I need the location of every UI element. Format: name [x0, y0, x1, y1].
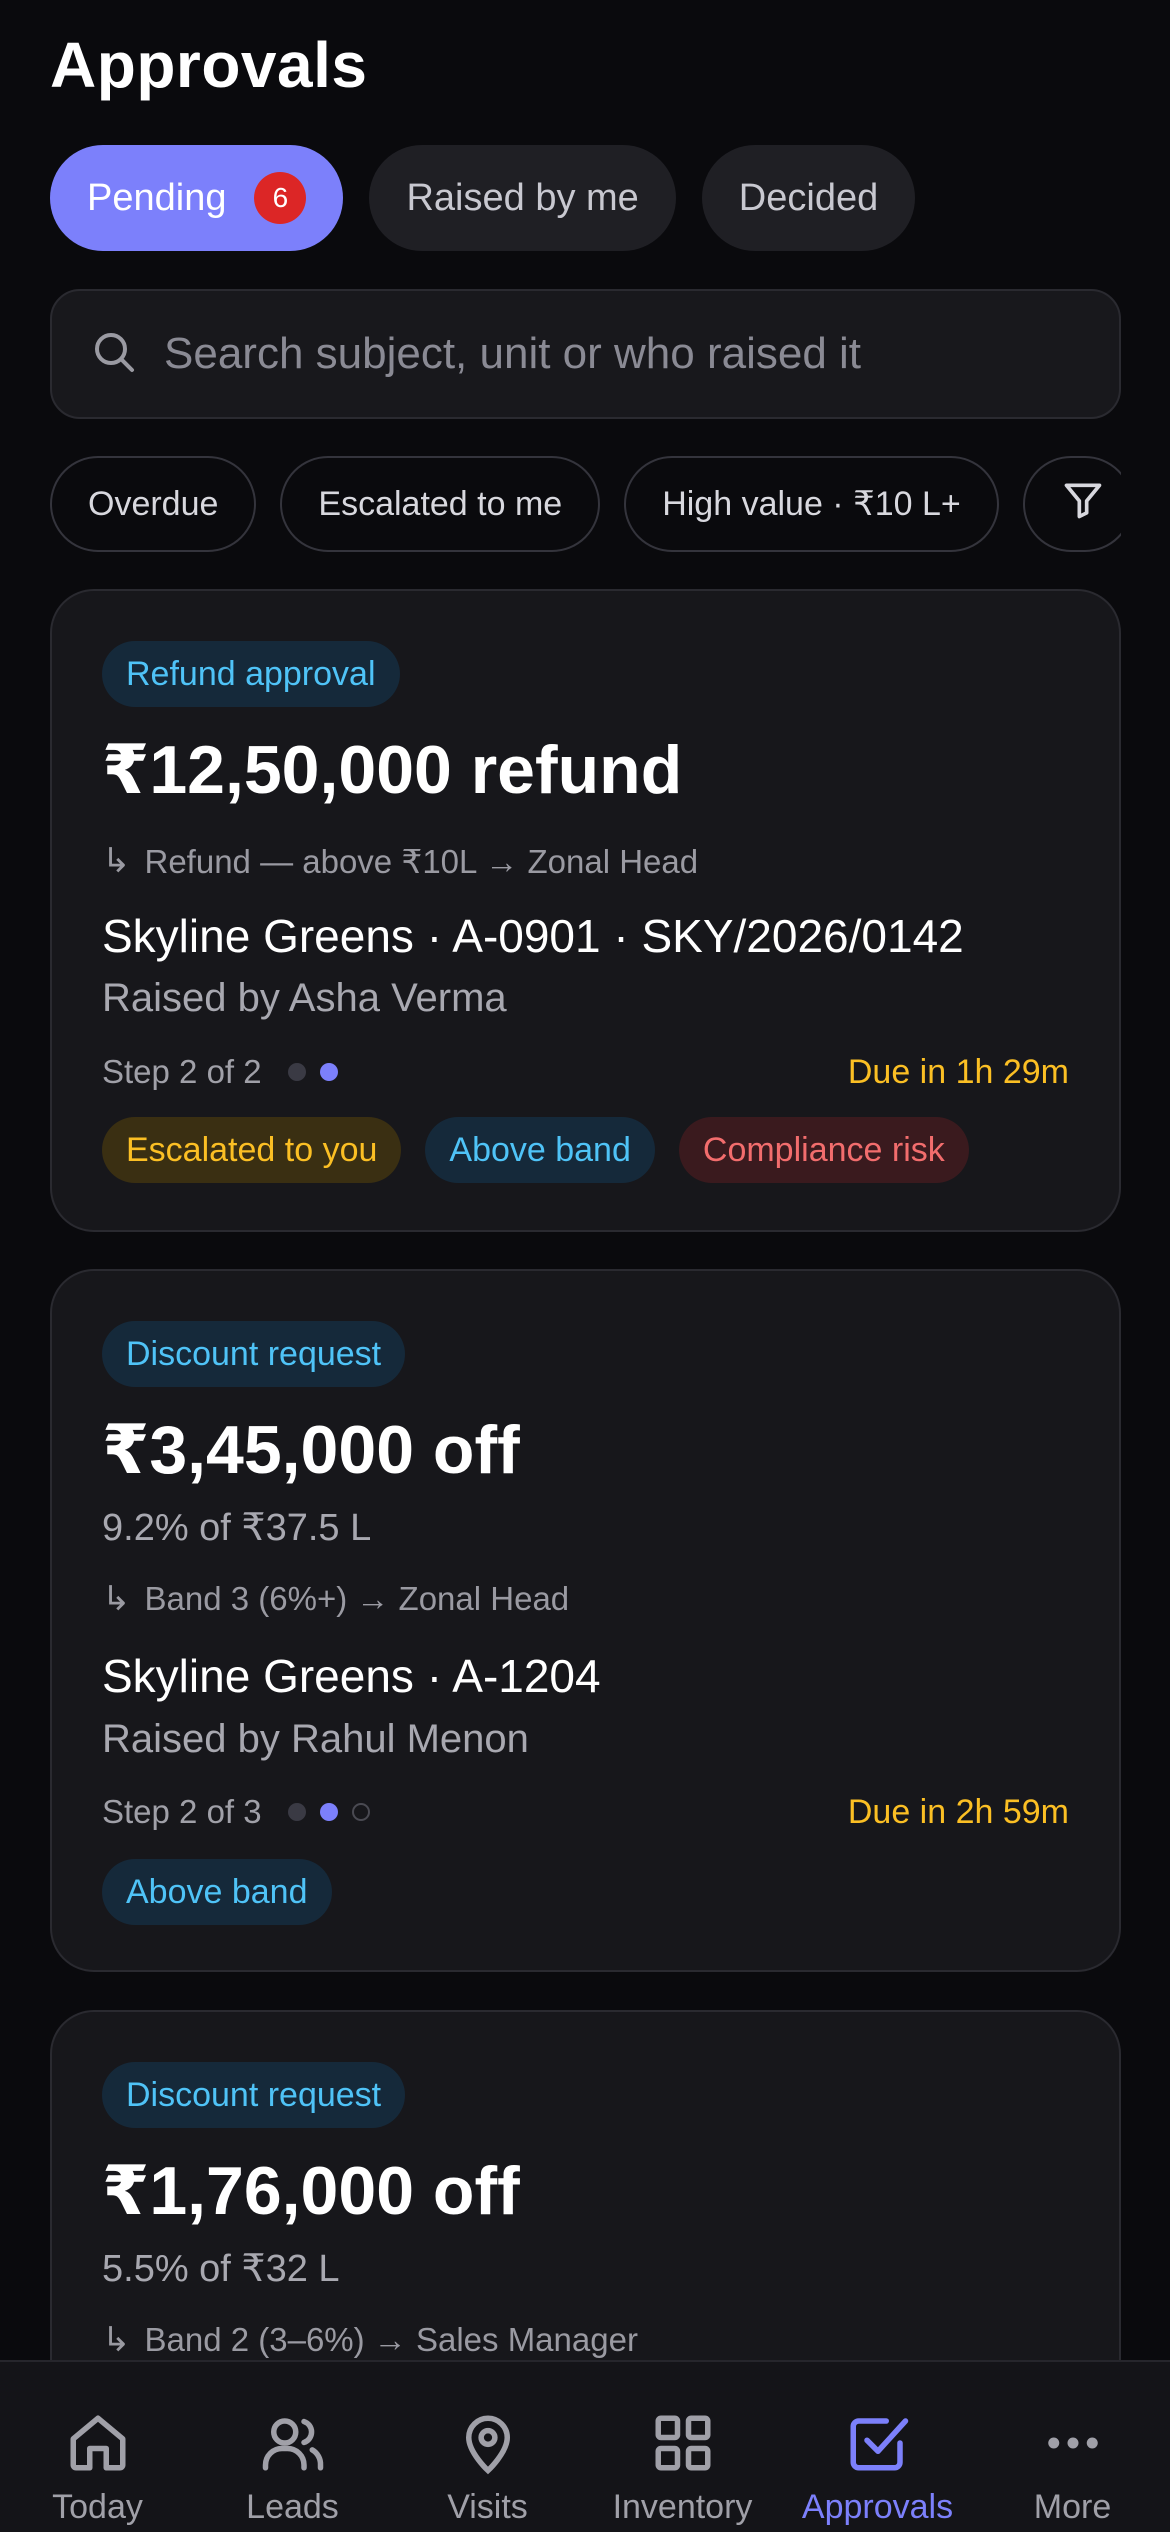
step-label: Step 2 of 2 — [102, 1053, 262, 1090]
step-dot-done — [287, 1063, 306, 1081]
nav-approvals[interactable]: Approvals — [780, 2362, 975, 2532]
return-arrow-icon: ↳ — [102, 1580, 131, 1618]
nav-more[interactable]: More — [975, 2362, 1170, 2532]
filter-chips: Overdue Escalated to me High value · ₹10… — [50, 456, 1121, 552]
nav-leads-label: Leads — [246, 2488, 339, 2526]
home-icon — [70, 2415, 125, 2471]
tag-compliance-risk: Compliance risk — [678, 1117, 969, 1183]
step-dot-current — [319, 1063, 338, 1081]
more-icon — [1047, 2437, 1098, 2449]
filter-high-value[interactable]: High value · ₹10 L+ — [624, 456, 999, 552]
step-label: Step 2 of 3 — [102, 1793, 262, 1830]
check-square-icon — [850, 2418, 908, 2471]
nav-inventory-label: Inventory — [612, 2488, 753, 2526]
request-amount: ₹3,45,000 off — [102, 1412, 520, 1488]
search-icon — [90, 328, 138, 381]
route-text: Refund — above ₹10L → Zonal Head — [144, 842, 699, 880]
return-arrow-icon: ↳ — [102, 2321, 131, 2359]
filter-icon — [1061, 478, 1105, 531]
route-text: Band 2 (3–6%) → Sales Manager — [144, 2321, 638, 2358]
grid-icon — [655, 2415, 710, 2471]
tab-decided[interactable]: Decided — [701, 145, 916, 251]
tab-decided-label: Decided — [738, 176, 879, 219]
approval-card[interactable]: Discount request ₹3,45,000 off 9.2% of ₹… — [50, 1269, 1121, 1972]
nav-today[interactable]: Today — [0, 2362, 195, 2532]
raised-by: Raised by Rahul Menon — [102, 1717, 529, 1761]
bottom-nav: Today Leads Visits Inventory Approvals M… — [0, 2360, 1170, 2532]
request-amount: ₹1,76,000 off — [102, 2153, 520, 2229]
request-amount: ₹12,50,000 refund — [102, 732, 683, 808]
nav-approvals-label: Approvals — [801, 2488, 954, 2526]
step-progress: Step 2 of 2 — [102, 1053, 338, 1091]
search-bar — [50, 289, 1121, 419]
approval-card[interactable]: Refund approval ₹12,50,000 refund ↳ Refu… — [50, 589, 1121, 1232]
request-type-pill: Discount request — [102, 2062, 406, 2128]
tab-pending[interactable]: Pending 6 — [50, 145, 344, 251]
step-dot-current — [319, 1803, 338, 1821]
nav-today-label: Today — [52, 2488, 143, 2526]
nav-visits[interactable]: Visits — [390, 2362, 585, 2532]
due-time: Due in 1h 29m — [847, 1053, 1069, 1091]
request-type-pill: Refund approval — [102, 641, 400, 707]
return-arrow-icon: ↳ — [102, 842, 131, 880]
pending-count-badge: 6 — [254, 172, 307, 224]
step-dots — [287, 1803, 370, 1821]
approval-route: ↳ Band 2 (3–6%) → Sales Manager — [102, 2320, 638, 2360]
discount-percent: 9.2% of ₹37.5 L — [102, 1507, 372, 1549]
search-input[interactable] — [164, 329, 1064, 379]
page-title: Approvals — [50, 29, 368, 101]
step-progress: Step 2 of 3 — [102, 1793, 370, 1831]
tag-above-band: Above band — [102, 1859, 332, 1925]
tab-raised-by-me-label: Raised by me — [406, 176, 639, 219]
approval-tabs: Pending 6 Raised by me Decided — [50, 145, 916, 251]
tab-pending-label: Pending — [87, 176, 227, 219]
approval-route: ↳ Refund — above ₹10L → Zonal Head — [102, 841, 698, 881]
route-text: Band 3 (6%+) → Zonal Head — [144, 1580, 570, 1617]
card-tags: Above band — [102, 1859, 332, 1925]
filter-button[interactable] — [1022, 456, 1121, 552]
map-pin-icon — [465, 2415, 510, 2475]
nav-more-label: More — [1033, 2488, 1112, 2526]
users-icon — [262, 2418, 323, 2471]
raised-by: Raised by Asha Verma — [102, 976, 507, 1020]
due-time: Due in 2h 59m — [847, 1793, 1069, 1831]
discount-percent: 5.5% of ₹32 L — [102, 2248, 340, 2290]
project-unit: Skyline Greens · A-1204 — [102, 1650, 601, 1702]
approval-route: ↳ Band 3 (6%+) → Zonal Head — [102, 1579, 569, 1619]
project-unit: Skyline Greens · A-0901 · SKY/2026/0142 — [102, 910, 964, 962]
filter-overdue[interactable]: Overdue — [50, 456, 257, 552]
step-dot-pending — [351, 1803, 370, 1821]
tag-escalated: Escalated to you — [102, 1117, 402, 1183]
tab-raised-by-me[interactable]: Raised by me — [369, 145, 676, 251]
card-tags: Escalated to you Above band Compliance r… — [102, 1117, 969, 1183]
step-dots — [287, 1063, 338, 1081]
tag-above-band: Above band — [425, 1117, 655, 1183]
nav-inventory[interactable]: Inventory — [585, 2362, 780, 2532]
filter-escalated-to-me[interactable]: Escalated to me — [280, 456, 601, 552]
request-type-pill: Discount request — [102, 1321, 406, 1387]
step-dot-done — [287, 1803, 306, 1821]
nav-visits-label: Visits — [447, 2488, 528, 2526]
nav-leads[interactable]: Leads — [195, 2362, 390, 2532]
